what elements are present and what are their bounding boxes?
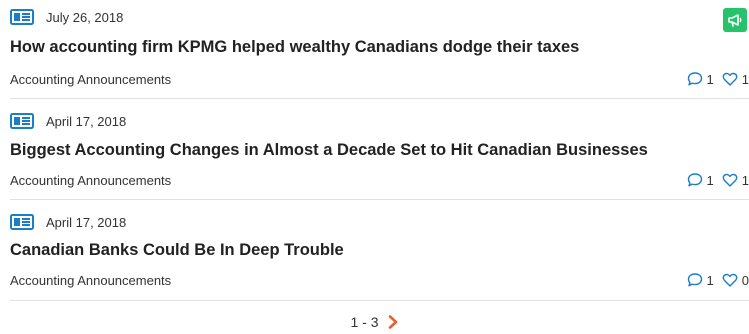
item-meta: July 26, 2018 [10,8,123,26]
list-item: April 17, 2018 Canadian Banks Could Be I… [10,213,749,301]
news-feed: July 26, 2018 How accounting firm KPMG h… [0,0,749,334]
like-count: 1 [741,71,749,87]
item-stats: 1 1 [687,171,749,189]
comment-icon[interactable] [687,272,703,288]
item-stats: 1 0 [687,271,749,289]
heart-icon[interactable] [722,272,738,288]
chevron-right-icon[interactable] [387,315,399,329]
pagination: 1 - 3 [0,314,749,330]
item-date: April 17, 2018 [46,113,127,129]
item-title-link[interactable]: Biggest Accounting Changes in Almost a D… [10,141,648,160]
pagination-range: 1 - 3 [350,314,379,330]
megaphone-icon [728,14,742,27]
item-category-link[interactable]: Accounting Announcements [10,173,171,188]
heart-icon[interactable] [722,71,738,87]
newspaper-icon [10,113,34,129]
item-category-link[interactable]: Accounting Announcements [10,273,171,288]
item-meta: April 17, 2018 [10,112,126,130]
item-date: July 26, 2018 [46,9,124,25]
comment-icon[interactable] [687,71,703,87]
newspaper-icon [10,214,34,230]
list-item: April 17, 2018 Biggest Accounting Change… [10,112,749,200]
comment-icon[interactable] [687,172,703,188]
item-meta: April 17, 2018 [10,213,126,231]
item-stats: 1 1 [687,70,749,88]
heart-icon[interactable] [722,172,738,188]
comment-count: 1 [706,71,714,87]
newspaper-icon [10,9,34,25]
like-count: 0 [741,272,749,288]
list-item: July 26, 2018 How accounting firm KPMG h… [10,8,749,99]
item-title-link[interactable]: How accounting firm KPMG helped wealthy … [10,38,579,57]
item-category-link[interactable]: Accounting Announcements [10,72,171,87]
like-count: 1 [741,172,749,188]
item-title-link[interactable]: Canadian Banks Could Be In Deep Trouble [10,241,344,260]
comment-count: 1 [706,172,714,188]
item-date: April 17, 2018 [46,214,127,230]
comment-count: 1 [706,272,714,288]
announcement-badge [723,8,747,32]
